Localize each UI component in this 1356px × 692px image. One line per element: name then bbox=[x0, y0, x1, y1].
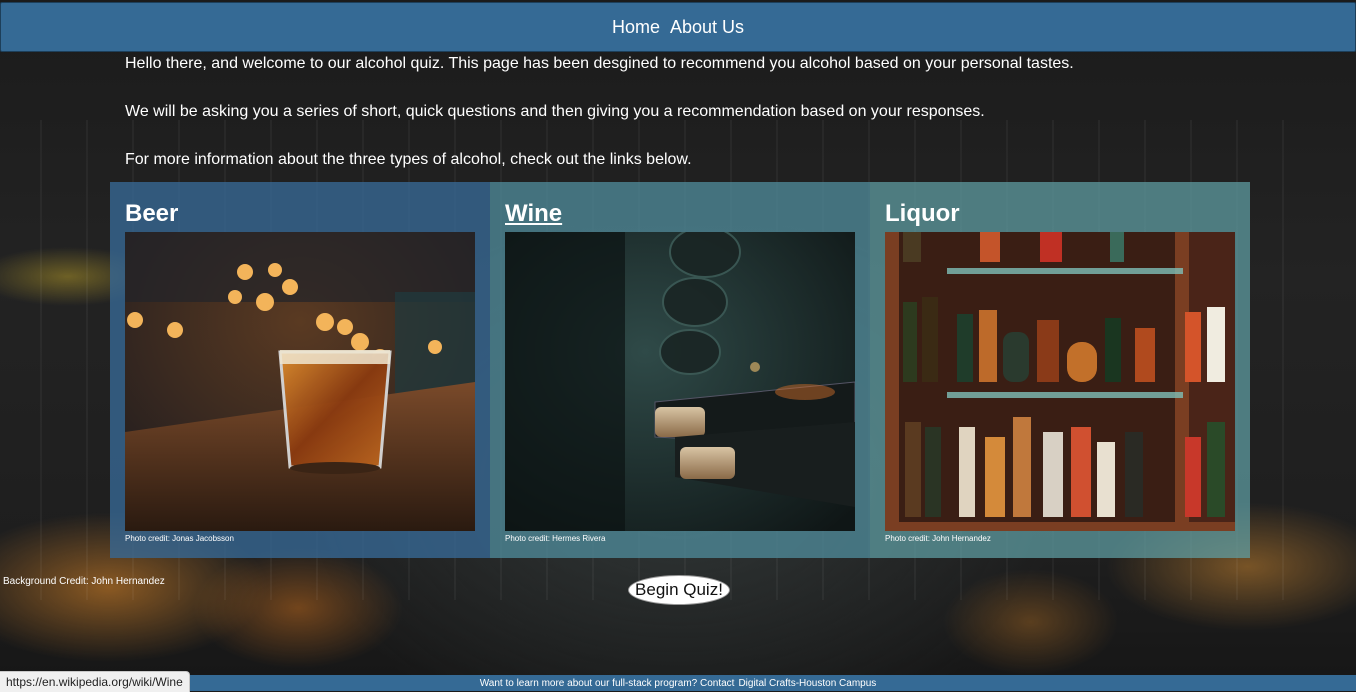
begin-quiz-button[interactable]: Begin Quiz! bbox=[628, 575, 730, 605]
footer: Want to learn more about our full-stack … bbox=[0, 675, 1356, 691]
wine-card: Wine Photo credit: Hermes Rivera bbox=[490, 182, 870, 558]
nav-home-link[interactable]: Home bbox=[612, 17, 660, 38]
beer-photo bbox=[125, 232, 475, 531]
wine-title-link[interactable]: Wine bbox=[505, 200, 562, 228]
footer-text: Want to learn more about our full-stack … bbox=[479, 677, 735, 689]
liquor-title-link[interactable]: Liquor bbox=[885, 200, 960, 228]
background-credit: Background Credit: John Hernandez bbox=[3, 576, 165, 587]
status-bar-url: https://en.wikipedia.org/wiki/Wine bbox=[0, 671, 190, 692]
wine-photo bbox=[505, 232, 855, 531]
top-navbar: Home About Us bbox=[0, 2, 1356, 52]
nav-about-link[interactable]: About Us bbox=[670, 17, 744, 38]
liquor-card: Liquor Photo credit: John Hernandez bbox=[870, 182, 1250, 558]
beer-title-link[interactable]: Beer bbox=[125, 200, 178, 228]
intro-welcome-text: Hello there, and welcome to our alcohol … bbox=[125, 55, 1074, 72]
intro-links-text: For more information about the three typ… bbox=[125, 151, 692, 168]
intro-questions-text: We will be asking you a series of short,… bbox=[125, 103, 985, 120]
liquor-photo-credit: Photo credit: John Hernandez bbox=[885, 534, 991, 543]
beer-photo-credit: Photo credit: Jonas Jacobsson bbox=[125, 534, 234, 543]
beer-card: Beer Photo credit: Jonas Jacobsson bbox=[110, 182, 490, 558]
wine-photo-credit: Photo credit: Hermes Rivera bbox=[505, 534, 606, 543]
alcohol-cards: Beer Photo credit: Jonas Jacobsson Wine … bbox=[110, 182, 1250, 558]
footer-campus-link[interactable]: Digital Crafts-Houston Campus bbox=[738, 678, 876, 689]
liquor-photo bbox=[885, 232, 1235, 531]
